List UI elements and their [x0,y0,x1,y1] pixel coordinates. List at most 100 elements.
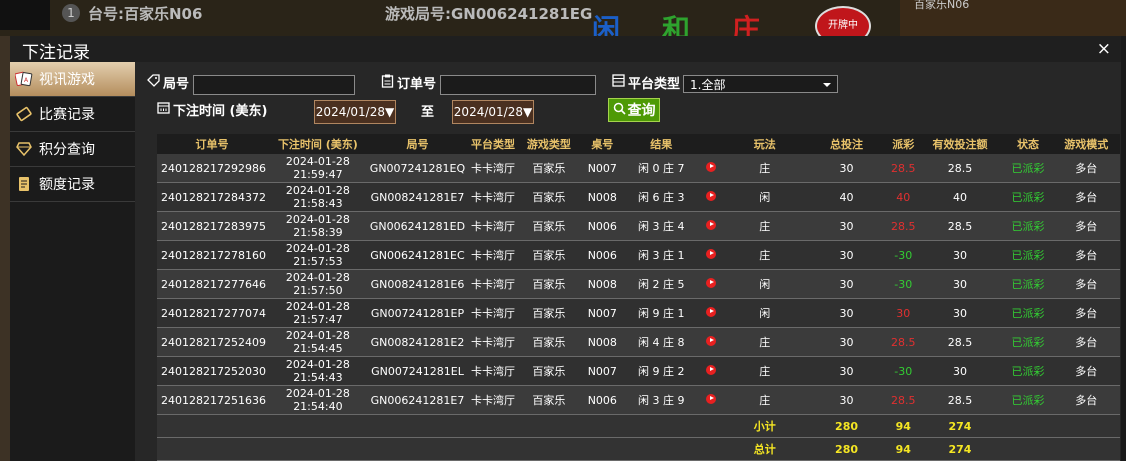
table-cell: 闲 3 庄 4 [626,211,696,241]
round-input[interactable] [193,75,355,95]
table-cell: 28.5 [889,211,917,241]
main-content: 局号 订单号 平台类型 1.全部 下注时间 (美东) 2024/01/28▼ 至… [142,62,1120,461]
round-filter-label: 局号 [147,73,189,92]
table-cell: GN006241281EC [368,240,467,270]
table-cell: 240128217277646 [157,269,267,299]
date-to-picker[interactable]: 2024/01/28▼ [452,100,534,124]
bet-records-table: 订单号 下注时间 (美东) 局号 平台类型 游戏类型 桌号 结果 玩法 总投注 … [157,134,1120,461]
sidebar-item-credit-records[interactable]: 额度记录 [10,167,135,202]
table-cell [695,240,727,270]
table-cell: 2024-01-28 21:57:50 [266,269,369,299]
table-cell: 已派彩 [1003,298,1053,328]
order-input[interactable] [440,75,596,95]
sum-cell: 小计 [726,414,804,438]
modal-header: 下注记录 × [10,36,1121,63]
table-cell: N006 [578,385,627,415]
table-cell: 多台 [1052,182,1120,212]
play-video-icon[interactable] [706,364,717,375]
sidebar-item-points-query[interactable]: 积分查询 [10,132,135,167]
table-cell [695,356,727,386]
table-cell: 30 [916,240,1004,270]
table-cell: N008 [578,327,627,357]
col-total-bet: 总投注 [803,134,890,154]
sidebar-item-match-records[interactable]: 比赛记录 [10,97,135,132]
platform-filter-label: 平台类型 [612,73,680,92]
table-cell: 闲 [726,182,804,212]
table-cell: N007 [578,298,627,328]
table-cell: 闲 0 庄 7 [626,154,696,183]
dealing-button[interactable]: 开牌中 [815,6,871,36]
table-cell: 40 [889,182,917,212]
game-logo [0,0,50,30]
table-cell: 庄 [726,327,804,357]
sum-cell [695,437,727,461]
table-cell: 30 [803,269,890,299]
background-game-bar: 1 台号:百家乐N06 游戏局号:GN006241281EG 闲 和 庄 开牌中… [0,0,1126,36]
time-filter-label: 下注时间 (美东) [157,100,267,119]
table-cell: 闲 [726,269,804,299]
table-cell: GN007241281EL [368,356,467,386]
table-row: 240128217277074 2024-01-28 21:57:47 GN0072… [157,298,1120,328]
table-cell: 240128217252409 [157,327,267,357]
table-cell: 已派彩 [1003,182,1053,212]
sum-cell: 274 [916,437,1004,461]
table-cell: 已派彩 [1003,240,1053,270]
sum-cell [368,437,467,461]
table-cell: 28.5 [889,327,917,357]
sum-cell [368,414,467,438]
play-video-icon[interactable] [706,248,717,259]
query-button[interactable]: 查询 [608,98,660,122]
table-cell: 2024-01-28 21:54:43 [266,356,369,386]
table-cell: 卡卡湾厅 [466,182,520,212]
table-cell: 卡卡湾厅 [466,269,520,299]
sum-cell: 280 [803,414,890,438]
sum-cell [1003,414,1053,438]
sidebar-item-live-games[interactable]: A 视讯游戏 [10,62,135,97]
table-cell: 30 [803,211,890,241]
col-table-no: 桌号 [578,134,627,154]
bet-record-modal: 下注记录 × A 视讯游戏 比赛记录 积分查询 额度记录 局号 订单号 平台类型… [10,36,1121,461]
banker-char: 庄 [732,13,761,36]
play-video-icon[interactable] [706,335,717,346]
play-video-icon[interactable] [706,393,717,404]
sum-cell [519,414,579,438]
table-cell: 多台 [1052,154,1120,183]
table-cell: 2024-01-28 21:54:40 [266,385,369,415]
table-cell: N007 [578,356,627,386]
table-cell [695,154,727,183]
play-video-icon[interactable] [706,161,717,172]
table-cell [695,211,727,241]
table-cell: 已派彩 [1003,211,1053,241]
to-label: 至 [421,105,435,120]
play-video-icon[interactable] [706,219,717,230]
sidebar-item-label: 比赛记录 [39,107,95,123]
sum-cell [578,414,627,438]
table-cell: 已派彩 [1003,269,1053,299]
table-cell: 多台 [1052,240,1120,270]
sum-cell [695,414,727,438]
table-cell: 240128217292986 [157,154,267,183]
sidebar: A 视讯游戏 比赛记录 积分查询 额度记录 [10,62,135,461]
play-video-icon[interactable] [706,306,717,317]
col-valid-bet: 有效投注额 [916,134,1004,154]
close-button[interactable]: × [1097,39,1111,59]
play-video-icon[interactable] [706,190,717,201]
table-cell: 庄 [726,211,804,241]
table-cell: 28.5 [889,385,917,415]
date-from-picker[interactable]: 2024/01/28▼ [314,100,396,124]
table-cell: 2024-01-28 21:54:45 [266,327,369,357]
table-row: 240128217284372 2024-01-28 21:58:43 GN0082… [157,182,1120,212]
platform-select[interactable]: 1.全部 [683,75,838,93]
background-right-panel: 百家乐N06 [900,0,1126,36]
table-cell: 已派彩 [1003,154,1053,183]
table-cell: GN008241281E2 [368,327,467,357]
col-result: 结果 [626,134,696,154]
play-video-icon[interactable] [706,277,717,288]
table-cell: 240128217278160 [157,240,267,270]
table-cell: GN006241281E7 [368,385,467,415]
sum-cell [466,437,520,461]
sum-cell: 280 [803,437,890,461]
table-cell: 闲 6 庄 3 [626,182,696,212]
sum-cell: 总计 [726,437,804,461]
table-cell: 百家乐 [519,240,579,270]
